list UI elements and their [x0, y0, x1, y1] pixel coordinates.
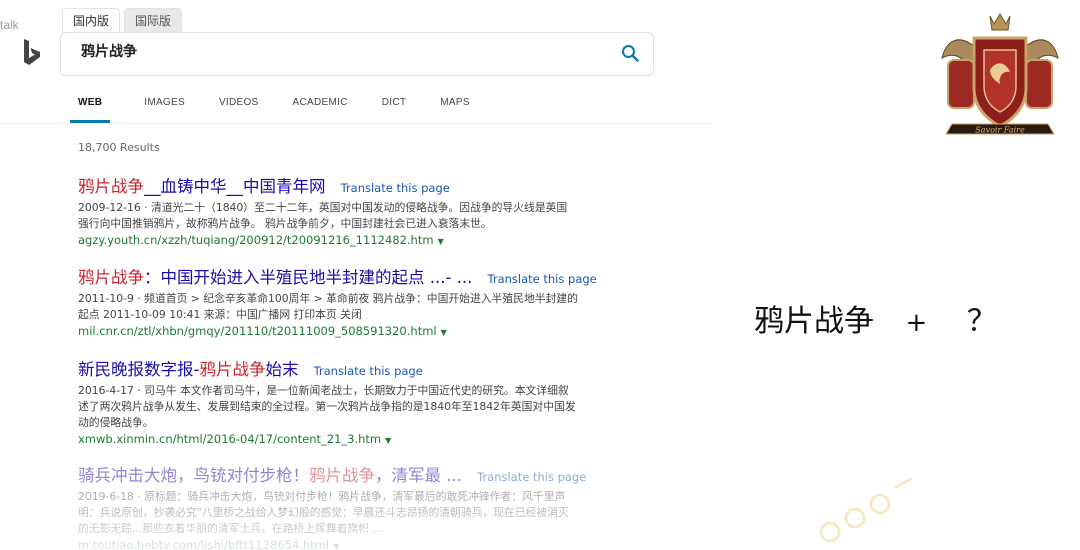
market-tabs: 国内版 国际版 — [62, 8, 183, 33]
watermark-icon — [819, 476, 913, 543]
result-url[interactable]: xmwb.xinmin.cn/html/2016-04/17/content_2… — [78, 432, 638, 446]
snippet-line: 2019-6-18 · 原标题：骑兵冲击大炮，鸟铳对付步枪！鸦片战争，清军最后的… — [78, 490, 566, 503]
snippet-line: 2011-10-9 · 频道首页 > 纪念辛亥革命100周年 > 革命前夜 鸦片… — [78, 292, 578, 305]
tab-academic[interactable]: ACADEMIC — [293, 96, 348, 123]
caption-plus: + — [905, 308, 928, 338]
result-title-link[interactable]: 新民晚报数字报-鸦片战争始末 — [78, 360, 298, 379]
result-title-link[interactable]: 鸦片战争：中国开始进入半殖民地半封建的起点 ...- ... — [78, 268, 472, 287]
caption-query: 鸦片战争 — [754, 304, 874, 339]
search-input[interactable] — [79, 42, 603, 60]
tab-images[interactable]: IMAGES — [144, 96, 185, 123]
snippet-line: 起点 2011-10-09 10:41 来源：中国广播网 打印本页 关闭 — [78, 308, 362, 321]
caret-down-icon[interactable]: ▼ — [441, 328, 447, 337]
result-url-text: m.toutiao.hebtv.com/lishi/bftt1128654.ht… — [78, 538, 330, 550]
result-url-text: agzy.youth.cn/xzzh/tuqiang/200912/t20091… — [78, 233, 434, 247]
corner-text: talk — [0, 18, 19, 32]
translate-link[interactable]: Translate this page — [314, 364, 423, 378]
svg-text:Savoir Faire: Savoir Faire — [975, 126, 1025, 135]
caret-down-icon[interactable]: ▼ — [438, 237, 444, 246]
search-box — [60, 32, 654, 76]
translate-link[interactable]: Translate this page — [341, 181, 450, 195]
snippet-line: 2016-4-17 · 司马牛 本文作者司马牛，是一位新闻老战士，长期致力于中国… — [78, 384, 569, 397]
caption-question: ？ — [966, 304, 997, 339]
scope-nav: WEB IMAGES VIDEOS ACADEMIC DICT MAPS — [70, 96, 504, 123]
search-icon[interactable] — [621, 44, 639, 62]
query-caption: 鸦片战争 + ？ — [754, 296, 997, 340]
translate-link[interactable]: Translate this page — [488, 272, 597, 286]
result-url[interactable]: m.toutiao.hebtv.com/lishi/bftt1128654.ht… — [78, 538, 638, 550]
search-result: 鸦片战争__血铸中华__中国青年网 Translate this page 20… — [78, 173, 638, 247]
snippet-line: 2009-12-16 · 清道光二十（1840）至二十二年，英国对中国发动的侵略… — [78, 201, 568, 214]
snippet-line: 动的侵略战争。 — [78, 416, 154, 429]
caret-down-icon[interactable]: ▼ — [333, 542, 339, 550]
result-title-text: 始末 — [265, 360, 299, 379]
result-title-link[interactable]: 骑兵冲击大炮，鸟铳对付步枪！鸦片战争，清军最 ... — [78, 466, 462, 485]
snippet-line: 的无影无踪...那些衣着华丽的清军士兵，在路桥上挥舞着旗帜 ... — [78, 522, 383, 535]
result-url-text: mil.cnr.cn/ztl/xhbn/gmqy/201110/t2011100… — [78, 324, 437, 338]
result-snippet: 2019-6-18 · 原标题：骑兵冲击大炮，鸟铳对付步枪！鸦片战争，清军最后的… — [78, 489, 638, 537]
snippet-line: 述了两次鸦片战争从发生、发展到结束的全过程。第一次鸦片战争指的是1840年至18… — [78, 400, 576, 413]
result-title-text: 骑兵冲击大炮，鸟铳对付步枪！ — [78, 466, 309, 485]
caret-down-icon[interactable]: ▼ — [385, 436, 391, 445]
tab-international[interactable]: 国际版 — [124, 8, 183, 33]
tab-maps[interactable]: MAPS — [440, 96, 470, 123]
translate-link[interactable]: Translate this page — [477, 470, 586, 484]
result-url[interactable]: mil.cnr.cn/ztl/xhbn/gmqy/201110/t2011100… — [78, 324, 638, 338]
result-title-highlight: 鸦片战争 — [199, 360, 266, 379]
search-result: 骑兵冲击大炮，鸟铳对付步枪！鸦片战争，清军最 ... Translate thi… — [78, 462, 638, 550]
result-snippet: 2011-10-9 · 频道首页 > 纪念辛亥革命100周年 > 革命前夜 鸦片… — [78, 291, 638, 323]
tab-videos[interactable]: VIDEOS — [219, 96, 259, 123]
snippet-line: 强行向中国推销鸦片，故称鸦片战争。 鸦片战争前夕，中国封建社会已进入衰落末世。 — [78, 217, 492, 230]
snippet-line: 明：兵说原创，抄袭必究"八里桥之战给人梦幻般的感觉：早晨还斗志昂扬的清朝骑兵，现… — [78, 506, 569, 519]
nav-divider — [0, 123, 712, 124]
tab-web[interactable]: WEB — [70, 96, 111, 123]
bing-logo-icon[interactable] — [22, 38, 42, 68]
result-url[interactable]: agzy.youth.cn/xzzh/tuqiang/200912/t20091… — [78, 233, 638, 247]
results-count: 18,700 Results — [78, 141, 160, 154]
result-title-text: ，清军最 ... — [375, 466, 462, 485]
result-title-highlight: 鸦片战争 — [78, 268, 144, 287]
result-snippet: 2009-12-16 · 清道光二十（1840）至二十二年，英国对中国发动的侵略… — [78, 200, 638, 232]
search-result: 鸦片战争：中国开始进入半殖民地半封建的起点 ...- ... Translate… — [78, 264, 638, 338]
emblem-logo: Savoir Faire — [941, 13, 1059, 135]
result-title-highlight: 鸦片战争 — [309, 466, 375, 485]
search-results-screenshot: talk 国内版 国际版 WEB IMAGES VIDEOS ACADEMIC … — [0, 0, 712, 550]
tab-domestic[interactable]: 国内版 — [62, 8, 121, 33]
result-title-text: ：中国开始进入半殖民地半封建的起点 ...- ... — [144, 268, 473, 287]
result-title-text: __血铸中华__中国青年网 — [144, 177, 326, 196]
result-title-highlight: 鸦片战争 — [78, 177, 144, 196]
result-url-text: xmwb.xinmin.cn/html/2016-04/17/content_2… — [78, 432, 382, 446]
result-snippet: 2016-4-17 · 司马牛 本文作者司马牛，是一位新闻老战士，长期致力于中国… — [78, 383, 638, 431]
result-title-link[interactable]: 鸦片战争__血铸中华__中国青年网 — [78, 177, 326, 196]
search-result: 新民晚报数字报-鸦片战争始末 Translate this page 2016-… — [78, 356, 638, 446]
result-title-text: 新民晚报数字报- — [78, 360, 200, 379]
tab-dict[interactable]: DICT — [382, 96, 407, 123]
